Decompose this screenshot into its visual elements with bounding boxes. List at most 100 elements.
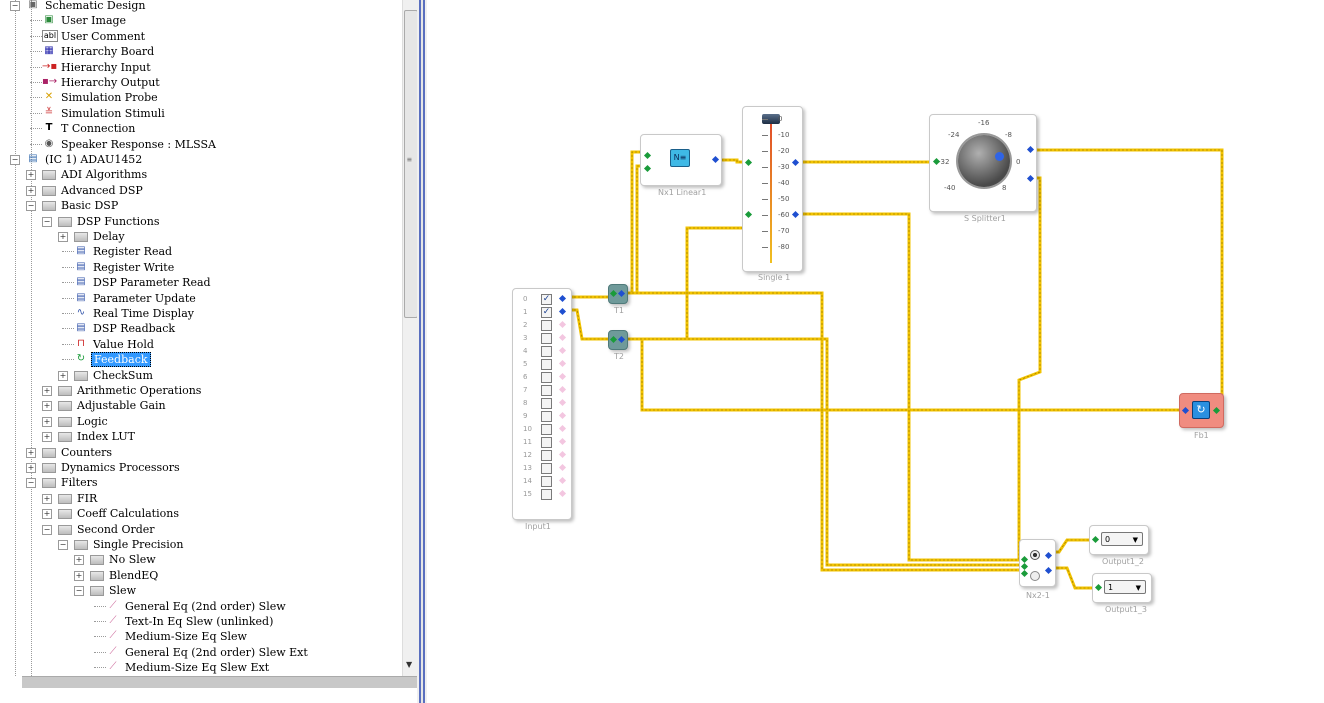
nx1-linear-block[interactable]: N≡ [640, 134, 722, 186]
input-channel-output-pin[interactable] [558, 489, 567, 498]
tree-item[interactable]: ▤ Parameter Update [0, 291, 400, 306]
tree-item[interactable]: ✕ Simulation Probe [0, 90, 400, 105]
splitter-output-pin-2[interactable] [1026, 174, 1035, 183]
single1-output-pin-1[interactable] [791, 158, 800, 167]
tree-item[interactable]: + FIR [0, 491, 400, 506]
input-channel-output-pin[interactable] [558, 385, 567, 394]
single1-input-pin-2[interactable] [744, 210, 753, 219]
tree-item[interactable]: + Adjustable Gain [0, 398, 400, 413]
nx2-output-pin-1[interactable] [1044, 551, 1053, 560]
tree-item[interactable]: ▤ DSP Readback [0, 321, 400, 336]
output1-3-dropdown[interactable]: 1 ▼ [1104, 580, 1146, 594]
panel-splitter[interactable] [417, 0, 427, 703]
tree-item[interactable]: + Arithmetic Operations [0, 383, 400, 398]
tree-item[interactable]: − Slew [0, 583, 400, 598]
output1-2-input-pin[interactable] [1091, 535, 1100, 544]
expand-icon[interactable]: + [26, 170, 36, 180]
input-channel-output-pin[interactable] [558, 307, 567, 316]
t2-output-pin[interactable] [617, 335, 626, 344]
scroll-down-arrow-icon[interactable]: ▼ [406, 660, 412, 669]
tree-item[interactable]: ⟋ General Eq (2nd order) Slew [0, 599, 400, 614]
input1-block[interactable]: 0 ✓ 1 ✓ 2 3 4 5 6 7 8 9 10 11 12 13 14 15 [512, 288, 572, 520]
scrollbar-thumb[interactable] [404, 10, 418, 318]
input-channel-output-pin[interactable] [558, 346, 567, 355]
tree-item[interactable]: − DSP Functions [0, 214, 400, 229]
tree-item[interactable]: →▪ Hierarchy Input [0, 60, 400, 75]
input-channel-output-pin[interactable] [558, 372, 567, 381]
tree-item[interactable]: ⟋ General Eq (2nd order) Slew Ext [0, 645, 400, 660]
nx1-output-pin[interactable] [711, 155, 720, 164]
tree-item[interactable]: − Basic DSP [0, 198, 400, 213]
input-channel-output-pin[interactable] [558, 359, 567, 368]
fb1-input-pin[interactable] [1212, 406, 1221, 415]
input-channel-checkbox[interactable] [541, 359, 552, 370]
nx2-block[interactable] [1019, 539, 1056, 587]
expand-icon[interactable]: + [42, 401, 52, 411]
input-channel-output-pin[interactable] [558, 294, 567, 303]
input-channel-checkbox[interactable] [541, 463, 552, 474]
expand-icon[interactable]: + [26, 186, 36, 196]
expand-icon[interactable]: + [42, 494, 52, 504]
expand-icon[interactable]: + [74, 571, 84, 581]
tree-item[interactable]: ▪→ Hierarchy Output [0, 75, 400, 90]
input-channel-output-pin[interactable] [558, 476, 567, 485]
wire[interactable] [624, 226, 747, 341]
tree-item[interactable]: ≚ Simulation Stimuli [0, 106, 400, 121]
fb1-block[interactable]: ↻ [1179, 393, 1224, 428]
expand-icon[interactable]: + [26, 448, 36, 458]
tree-item[interactable]: ▦ Hierarchy Board [0, 44, 400, 59]
tree-item[interactable]: T T Connection [0, 121, 400, 136]
tree-item[interactable]: − Single Precision [0, 537, 400, 552]
input-channel-output-pin[interactable] [558, 320, 567, 329]
schematic-canvas[interactable]: 0 ✓ 1 ✓ 2 3 4 5 6 7 8 9 10 11 12 13 14 15 Input1 T1 T2 N≡… [427, 0, 1324, 703]
fb1-output-pin[interactable] [1181, 406, 1190, 415]
wire[interactable] [624, 291, 1022, 572]
tree-item[interactable]: + Delay [0, 229, 400, 244]
tree-item[interactable]: + Dynamics Processors [0, 460, 400, 475]
collapse-icon[interactable]: − [10, 155, 20, 165]
splitter-knob[interactable] [958, 135, 1010, 187]
collapse-icon[interactable]: − [10, 1, 20, 11]
input-channel-output-pin[interactable] [558, 424, 567, 433]
output1-3-block[interactable]: 1 ▼ [1092, 573, 1152, 603]
tree-item[interactable]: + BlendEQ [0, 568, 400, 583]
expand-icon[interactable]: + [42, 386, 52, 396]
tree-item[interactable]: ▤ Register Write [0, 260, 400, 275]
input-channel-output-pin[interactable] [558, 437, 567, 446]
t2-input-pin[interactable] [609, 335, 618, 344]
tree-item[interactable]: ⟋ Medium-Size Eq Slew Ext [0, 660, 400, 675]
expand-icon[interactable]: + [74, 555, 84, 565]
tree-item[interactable]: ▤ DSP Parameter Read [0, 275, 400, 290]
tree-item[interactable]: ⟋ Medium-Size Eq Slew [0, 629, 400, 644]
tree-item[interactable]: − ▤ (IC 1) ADAU1452 [0, 152, 400, 167]
collapse-icon[interactable]: − [42, 217, 52, 227]
tree-item[interactable]: + Coeff Calculations [0, 506, 400, 521]
input-channel-checkbox[interactable] [541, 385, 552, 396]
input-channel-checkbox[interactable] [541, 476, 552, 487]
splitter-output-pin-1[interactable] [1026, 145, 1035, 154]
t2-block[interactable] [608, 330, 628, 350]
collapse-icon[interactable]: − [26, 478, 36, 488]
tree-vertical-scrollbar[interactable]: ≡ ▼ [402, 0, 418, 676]
input-channel-checkbox[interactable] [541, 437, 552, 448]
input-channel-output-pin[interactable] [558, 463, 567, 472]
input-channel-checkbox[interactable] [541, 398, 552, 409]
tree-item[interactable]: + No Slew [0, 552, 400, 567]
input-channel-checkbox[interactable] [541, 372, 552, 383]
output1-2-block[interactable]: 0 ▼ [1089, 525, 1149, 555]
single1-input-pin-1[interactable] [744, 158, 753, 167]
tree-item[interactable]: − Second Order [0, 522, 400, 537]
input-channel-output-pin[interactable] [558, 398, 567, 407]
tree-item[interactable]: − ▣ Schematic Design [0, 0, 400, 13]
tree-item[interactable]: − Filters [0, 475, 400, 490]
nx1-input-pin-1[interactable] [643, 151, 652, 160]
nx2-output-pin-2[interactable] [1044, 566, 1053, 575]
tree-item[interactable]: ▣ User Image [0, 13, 400, 28]
collapse-icon[interactable]: − [42, 525, 52, 535]
input-channel-checkbox[interactable] [541, 489, 552, 500]
tree-item[interactable]: + ADI Algorithms [0, 167, 400, 182]
expand-icon[interactable]: + [26, 463, 36, 473]
wire[interactable] [624, 337, 1182, 412]
input-channel-checkbox[interactable] [541, 346, 552, 357]
nx1-input-pin-2[interactable] [643, 164, 652, 173]
